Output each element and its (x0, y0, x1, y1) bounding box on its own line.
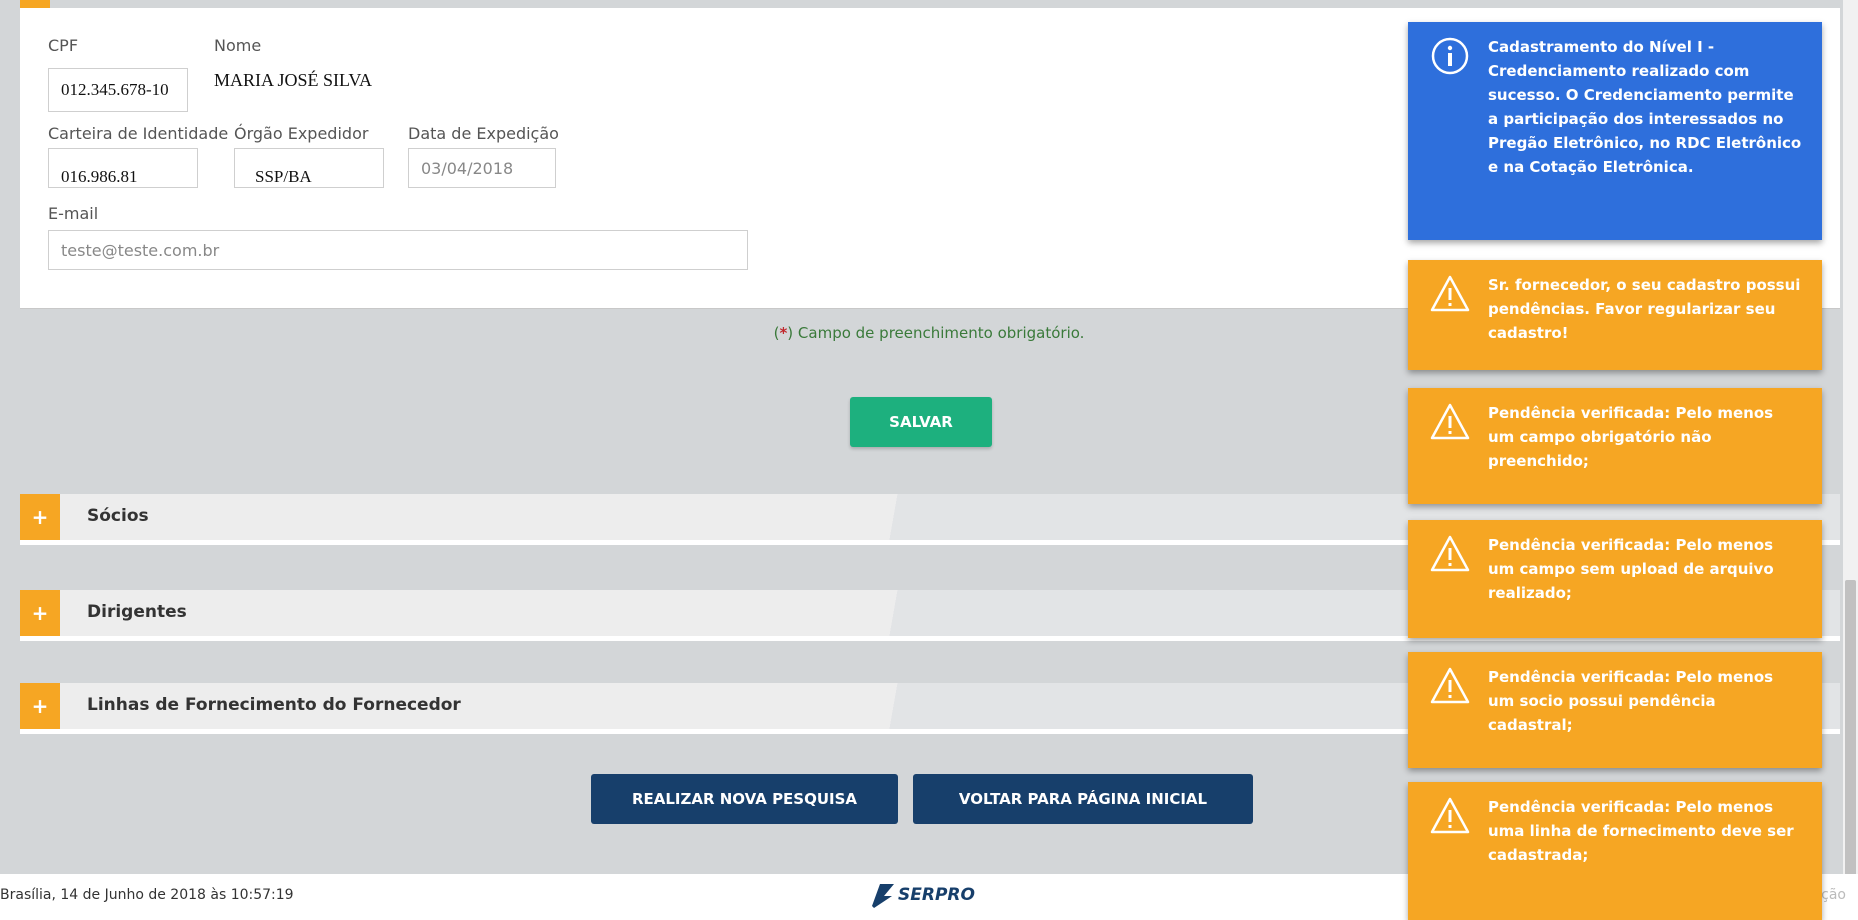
data-expedicao-field[interactable]: 03/04/2018 (408, 148, 556, 188)
orgao-field[interactable]: SSP/BA (234, 148, 384, 188)
serpro-logo: SERPRO (870, 882, 975, 908)
notification-warning[interactable]: Pendência verificada: Pelo menos um camp… (1408, 520, 1822, 638)
notification-warning[interactable]: Pendência verificada: Pelo menos um camp… (1408, 388, 1822, 504)
save-button[interactable]: SALVAR (850, 397, 992, 447)
cpf-field[interactable]: 012.345.678-10 (48, 68, 188, 112)
warning-icon (1430, 797, 1470, 834)
warning-icon (1430, 403, 1470, 440)
nome-value: MARIA JOSÉ SILVA (214, 70, 373, 90)
notification-text: Pendência verificada: Pelo menos um camp… (1488, 404, 1774, 470)
rg-label: Carteira de Identidade (48, 124, 229, 143)
notification-text: Pendência verificada: Pelo menos um soci… (1488, 668, 1774, 734)
accordion-title: Sócios (87, 506, 149, 526)
nome-label: Nome (214, 36, 262, 55)
info-icon (1431, 37, 1469, 75)
notification-info[interactable]: Cadastramento do Nível I - Credenciament… (1408, 22, 1822, 240)
cpf-label: CPF (48, 36, 79, 55)
serpro-mark-icon (872, 884, 894, 908)
email-label: E-mail (48, 204, 99, 223)
warning-icon (1430, 535, 1470, 572)
warning-icon (1430, 275, 1470, 312)
notification-text: Sr. fornecedor, o seu cadastro possui pe… (1488, 276, 1801, 342)
notification-warning[interactable]: Sr. fornecedor, o seu cadastro possui pe… (1408, 260, 1822, 370)
logo-wordmark: SERPRO (898, 885, 975, 905)
expand-plus-icon[interactable]: + (20, 590, 60, 636)
footer-datetime: Brasília, 14 de Junho de 2018 às 10:57:1… (0, 887, 294, 903)
rg-field[interactable]: 016.986.81 (48, 148, 198, 188)
notification-warning[interactable]: Pendência verificada: Pelo menos um soci… (1408, 652, 1822, 768)
expand-plus-icon[interactable]: + (20, 683, 60, 729)
page-scrollbar[interactable] (1843, 0, 1858, 920)
orgao-label: Órgão Expedidor (234, 124, 369, 143)
accordion-title: Dirigentes (87, 602, 187, 622)
new-search-button[interactable]: REALIZAR NOVA PESQUISA (591, 774, 898, 824)
notification-text: Cadastramento do Nível I - Credenciament… (1488, 38, 1802, 176)
notification-warning[interactable]: Pendência verificada: Pelo menos uma lin… (1408, 782, 1822, 920)
email-field[interactable]: teste@teste.com.br (48, 230, 748, 270)
home-page-button[interactable]: VOLTAR PARA PÁGINA INICIAL (913, 774, 1253, 824)
scrollbar-thumb[interactable] (1845, 580, 1856, 880)
notification-text: Pendência verificada: Pelo menos uma lin… (1488, 798, 1794, 864)
data-expedicao-label: Data de Expedição (408, 124, 559, 143)
section-accent-bar (20, 0, 50, 8)
warning-icon (1430, 667, 1470, 704)
notification-text: Pendência verificada: Pelo menos um camp… (1488, 536, 1774, 602)
expand-plus-icon[interactable]: + (20, 494, 60, 540)
accordion-title: Linhas de Fornecimento do Fornecedor (87, 695, 461, 715)
